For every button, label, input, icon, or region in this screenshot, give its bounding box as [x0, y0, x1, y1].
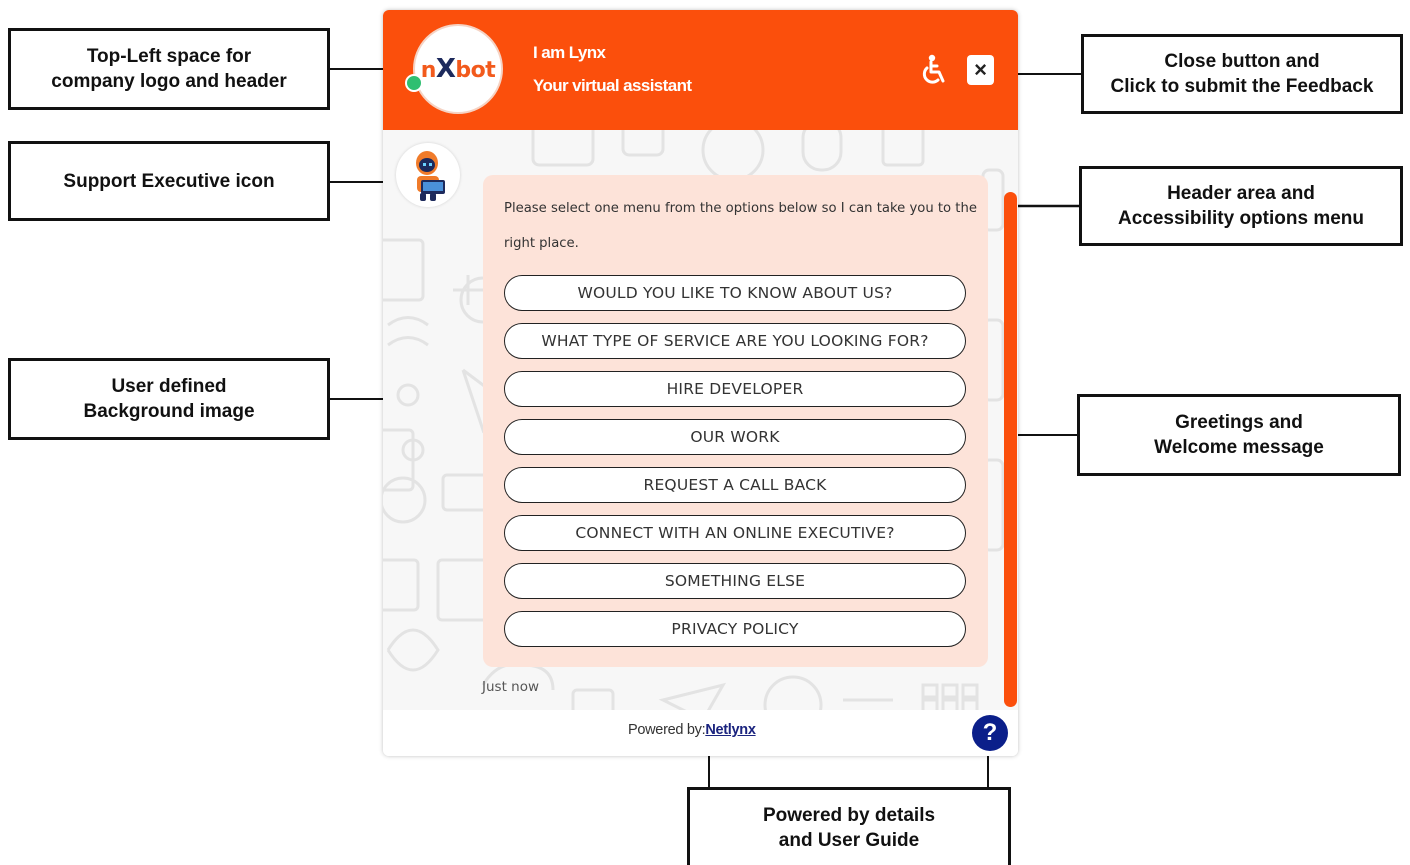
callout-support-icon: Support Executive icon	[8, 141, 330, 221]
menu-option-privacy-policy[interactable]: PRIVACY POLICY	[504, 611, 966, 647]
callout-header-accessibility: Header area and Accessibility options me…	[1079, 166, 1403, 246]
powered-by: Powered by:Netlynx	[628, 722, 756, 738]
greeting-text: Please select one menu from the options …	[504, 201, 977, 251]
menu-option-online-executive[interactable]: CONNECT WITH AN ONLINE EXECUTIVE?	[504, 515, 966, 551]
user-guide-button[interactable]: ?	[972, 715, 1008, 751]
menu-option-something-else[interactable]: SOMETHING ELSE	[504, 563, 966, 599]
logo-text-n: n	[420, 58, 437, 83]
menu-option-about-us[interactable]: WOULD YOU LIKE TO KNOW ABOUT US?	[504, 275, 966, 311]
callout-close-feedback: Close button and Click to submit the Fee…	[1081, 34, 1403, 114]
callout-greetings: Greetings and Welcome message	[1077, 394, 1401, 476]
menu-option-hire-developer[interactable]: HIRE DEVELOPER	[504, 371, 966, 407]
logo-text-bot: bot	[455, 58, 496, 83]
chat-header: nXbot I am Lynx Your virtual assistant ×	[383, 10, 1018, 130]
powered-by-link[interactable]: Netlynx	[705, 722, 756, 738]
close-icon: ×	[974, 57, 987, 82]
leader-line	[708, 752, 710, 788]
powered-by-label: Powered by:	[628, 722, 706, 738]
online-status-dot	[405, 74, 423, 92]
callout-powered-guide: Powered by details and User Guide	[687, 787, 1011, 865]
robot-support-icon	[397, 144, 459, 206]
chat-body: Please select one menu from the options …	[383, 130, 1018, 710]
leader-line	[987, 752, 989, 788]
chat-footer: Powered by:Netlynx ?	[383, 710, 1018, 756]
support-executive-avatar	[396, 143, 460, 207]
close-button[interactable]: ×	[967, 55, 994, 85]
bot-role: Your virtual assistant	[533, 76, 692, 95]
menu-option-service-type[interactable]: WHAT TYPE OF SERVICE ARE YOU LOOKING FOR…	[504, 323, 966, 359]
chat-scrollbar[interactable]	[1004, 192, 1017, 707]
logo-text-x: X	[435, 54, 456, 84]
callout-background: User defined Background image	[8, 358, 330, 440]
callout-logo-header: Top-Left space for company logo and head…	[8, 28, 330, 110]
company-logo: nXbot	[413, 24, 503, 114]
help-icon: ?	[982, 719, 998, 746]
bot-name: I am Lynx	[533, 43, 606, 62]
accessibility-menu-button[interactable]	[915, 52, 951, 88]
menu-option-request-call-back[interactable]: REQUEST A CALL BACK	[504, 467, 966, 503]
welcome-message-bubble: Please select one menu from the options …	[483, 175, 988, 667]
menu-option-our-work[interactable]: OUR WORK	[504, 419, 966, 455]
chat-widget: nXbot I am Lynx Your virtual assistant ×	[383, 10, 1018, 756]
message-timestamp: Just now	[482, 679, 540, 695]
wheelchair-icon	[922, 54, 945, 84]
